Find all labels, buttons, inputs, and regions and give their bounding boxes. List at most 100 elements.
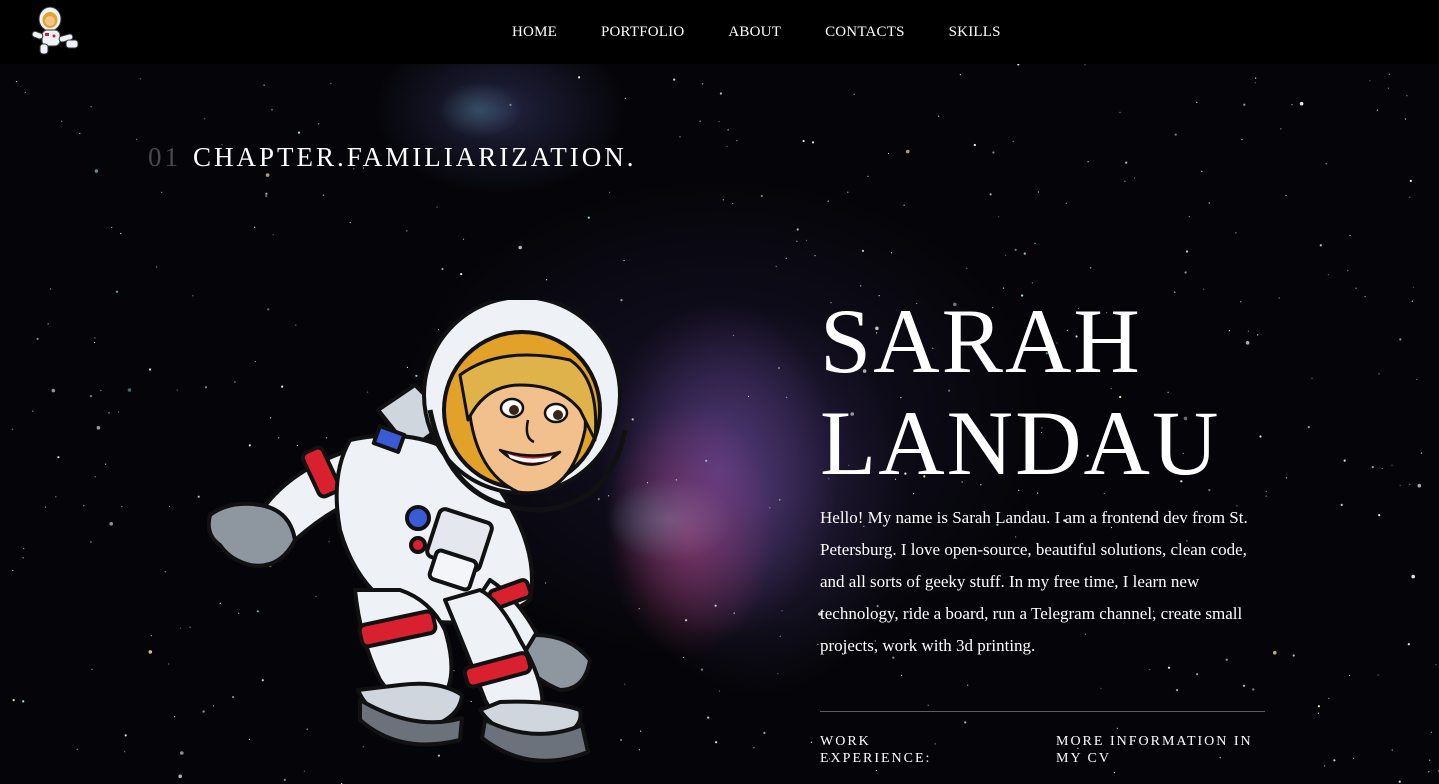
star [763, 731, 766, 735]
nav-link-home[interactable]: HOME [512, 24, 557, 41]
star [1116, 727, 1118, 729]
nav-link-skills[interactable]: SKILLS [949, 24, 1001, 41]
star [705, 459, 708, 462]
cv-link[interactable]: MORE INFORMATION IN MY CV [1056, 733, 1276, 767]
star [115, 290, 119, 293]
star [964, 721, 967, 724]
star [164, 571, 166, 573]
star [781, 610, 783, 612]
star [94, 337, 96, 339]
star [722, 199, 725, 201]
star [441, 267, 444, 271]
star [546, 279, 548, 281]
star [1292, 654, 1295, 657]
nav-link-portfolio[interactable]: PORTFOLIO [601, 24, 684, 41]
star [150, 635, 152, 637]
star [998, 216, 1000, 218]
star [1259, 435, 1262, 438]
star [1014, 248, 1017, 251]
navbar: HOME PORTFOLIO ABOUT CONTACTS SKILLS [0, 0, 1439, 64]
star [44, 506, 47, 508]
star [1285, 477, 1287, 479]
star [1399, 484, 1401, 486]
star [189, 626, 191, 628]
star [927, 704, 929, 706]
star [90, 541, 92, 543]
star [1090, 267, 1092, 269]
nav-link-contacts[interactable]: CONTACTS [825, 24, 905, 41]
star [707, 716, 710, 719]
hero-name-last: LANDAU [820, 392, 1221, 494]
star [51, 388, 56, 393]
star [83, 505, 85, 507]
star [1188, 216, 1190, 218]
star [715, 741, 718, 744]
star [967, 684, 969, 686]
star [779, 635, 781, 638]
star [775, 265, 777, 267]
star [179, 627, 182, 629]
star [1364, 296, 1366, 298]
star [578, 76, 581, 79]
star [814, 255, 816, 257]
star [120, 232, 122, 235]
hero-name-first: SARAH [820, 290, 1142, 392]
star [22, 557, 24, 559]
star [161, 191, 163, 193]
star [322, 194, 325, 196]
astronaut-avatar-icon[interactable] [26, 2, 82, 58]
star [297, 131, 301, 134]
star [1376, 109, 1378, 111]
star [853, 93, 855, 95]
star [992, 151, 995, 154]
chapter-number: 01 [148, 142, 181, 172]
star [1325, 163, 1327, 165]
star [1371, 466, 1374, 469]
star [168, 505, 171, 508]
chapter-title: CHAPTER.FAMILIARIZATION. [193, 142, 637, 172]
star [23, 548, 25, 550]
hero-bio: Hello! My name is Sarah Landau. I am a f… [820, 508, 1248, 655]
star [699, 120, 701, 122]
star [1407, 643, 1410, 646]
star [890, 252, 893, 254]
star [168, 663, 170, 665]
star [1333, 759, 1336, 762]
star [1255, 77, 1257, 79]
star [462, 238, 465, 240]
star [1417, 483, 1422, 488]
star [1243, 103, 1246, 106]
star [1411, 300, 1413, 302]
star [1340, 503, 1343, 506]
star [779, 499, 781, 501]
star [1404, 118, 1406, 120]
star [105, 463, 107, 465]
star [973, 143, 976, 147]
star [118, 411, 120, 413]
star [732, 334, 735, 336]
star [111, 226, 113, 228]
star [1247, 330, 1249, 332]
star [796, 240, 798, 242]
star [989, 193, 992, 196]
star [1285, 194, 1287, 197]
star [109, 522, 113, 526]
star [1409, 483, 1411, 485]
star [1174, 133, 1177, 136]
star [1084, 64, 1086, 66]
star [100, 389, 102, 392]
star [1291, 104, 1293, 106]
star [685, 619, 688, 622]
star [966, 267, 968, 270]
star [1265, 495, 1267, 497]
star [1196, 673, 1199, 676]
star [1317, 705, 1320, 708]
star [1355, 287, 1357, 289]
nav-link-about[interactable]: ABOUT [728, 24, 781, 41]
star [701, 83, 704, 85]
star [509, 103, 512, 106]
star [1134, 177, 1136, 179]
star [61, 120, 63, 122]
star [1348, 674, 1351, 677]
page: HOME PORTFOLIO ABOUT CONTACTS SKILLS 01 C… [0, 0, 1439, 784]
